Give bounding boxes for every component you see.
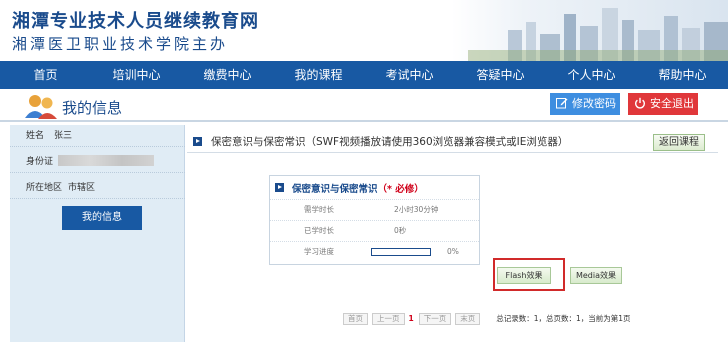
page-title: 我的信息 — [62, 99, 123, 117]
id-label: 身份证 — [26, 157, 54, 167]
current-page: 1 — [408, 314, 414, 323]
nav-training-center[interactable]: 培训中心 — [91, 61, 182, 89]
nav-qa-center[interactable]: 答疑中心 — [455, 61, 546, 89]
course-content: 保密意识与保密常识（SWF视频播放请使用360浏览器兼容模式或IE浏览器） 返回… — [187, 125, 718, 342]
campus-skyline-image — [468, 8, 728, 61]
flash-play-button[interactable]: Flash效果 — [497, 267, 551, 284]
progress-value: 0% — [447, 247, 459, 256]
course-card-header: 保密意识与保密常识（* 必修） — [270, 176, 479, 198]
name-value: 张三 — [54, 131, 73, 141]
region-label: 所在地区 — [26, 183, 63, 193]
required-tag: （* 必修） — [377, 184, 424, 195]
pagination: 首页 上一页 1 下一页 末页 总记录数：1，总页数：1，当前为第1页 — [343, 312, 631, 325]
power-icon — [635, 97, 645, 109]
back-to-courses-button[interactable]: 返回课程 — [653, 134, 705, 151]
id-value-redacted — [58, 155, 154, 166]
required-duration-row: 需学时长 2小时30分钟 — [270, 199, 479, 219]
id-row: 身份证 — [10, 151, 185, 173]
studied-duration-value: 0秒 — [394, 226, 407, 235]
name-label: 姓名 — [26, 131, 45, 141]
nav-payment-center[interactable]: 缴费中心 — [182, 61, 273, 89]
change-password-button[interactable]: 修改密码 — [550, 93, 620, 115]
required-duration-value: 2小时30分钟 — [394, 205, 439, 214]
site-subtitle: 湘潭医卫职业技术学院主办 — [12, 35, 229, 53]
prev-page-button[interactable]: 上一页 — [372, 312, 405, 325]
nav-personal-center[interactable]: 个人中心 — [546, 61, 637, 89]
page: 湘潭专业技术人员继续教育网 湘潭医卫职业技术学院主办 首页 培训中心 缴费中心 … — [0, 0, 728, 342]
edit-icon — [556, 98, 568, 109]
my-info-button[interactable]: 我的信息 — [62, 206, 142, 230]
course-name: 保密意识与保密常识 — [292, 184, 378, 195]
logout-label: 安全退出 — [650, 97, 694, 110]
nav-home[interactable]: 首页 — [0, 61, 91, 89]
region-row: 所在地区 市辖区 — [10, 177, 185, 199]
change-password-label: 修改密码 — [572, 97, 616, 110]
nav-help-center[interactable]: 帮助中心 — [637, 61, 728, 89]
site-header: 湘潭专业技术人员继续教育网 湘潭医卫职业技术学院主办 — [0, 0, 728, 61]
users-icon — [25, 95, 57, 119]
pagination-summary: 总记录数：1，总页数：1，当前为第1页 — [496, 314, 631, 323]
first-page-button[interactable]: 首页 — [343, 312, 368, 325]
progress-label: 学习进度 — [304, 247, 334, 256]
progress-row: 学习进度 0% — [270, 241, 479, 261]
logout-button[interactable]: 安全退出 — [628, 93, 698, 115]
studied-duration-label: 已学时长 — [304, 226, 334, 235]
user-info-sidebar: 姓名 张三 身份证 所在地区 市辖区 我的信息 — [10, 125, 185, 342]
course-card: 保密意识与保密常识（* 必修） 需学时长 2小时30分钟 已学时长 0秒 学习进… — [269, 175, 480, 265]
site-title: 湘潭专业技术人员继续教育网 — [12, 11, 259, 32]
course-card-title: 保密意识与保密常识（* 必修） — [292, 181, 424, 195]
play-square-icon — [193, 137, 202, 146]
nav-exam-center[interactable]: 考试中心 — [364, 61, 455, 89]
progress-bar — [371, 248, 431, 256]
main-nav: 首页 培训中心 缴费中心 我的课程 考试中心 答疑中心 个人中心 帮助中心 — [0, 61, 728, 89]
media-play-button[interactable]: Media效果 — [570, 267, 622, 284]
next-page-button[interactable]: 下一页 — [418, 312, 452, 325]
play-square-icon — [275, 183, 284, 192]
studied-duration-row: 已学时长 0秒 — [270, 220, 479, 240]
last-page-button[interactable]: 末页 — [455, 312, 481, 325]
region-value: 市辖区 — [68, 183, 96, 193]
page-title-bar: 我的信息 修改密码 安全退出 — [0, 89, 728, 122]
course-header: 保密意识与保密常识（SWF视频播放请使用360浏览器兼容模式或IE浏览器） 返回… — [187, 129, 718, 153]
required-duration-label: 需学时长 — [304, 205, 334, 214]
nav-my-courses[interactable]: 我的课程 — [273, 61, 364, 89]
name-row: 姓名 张三 — [10, 125, 185, 147]
course-header-text: 保密意识与保密常识（SWF视频播放请使用360浏览器兼容模式或IE浏览器） — [211, 136, 569, 148]
